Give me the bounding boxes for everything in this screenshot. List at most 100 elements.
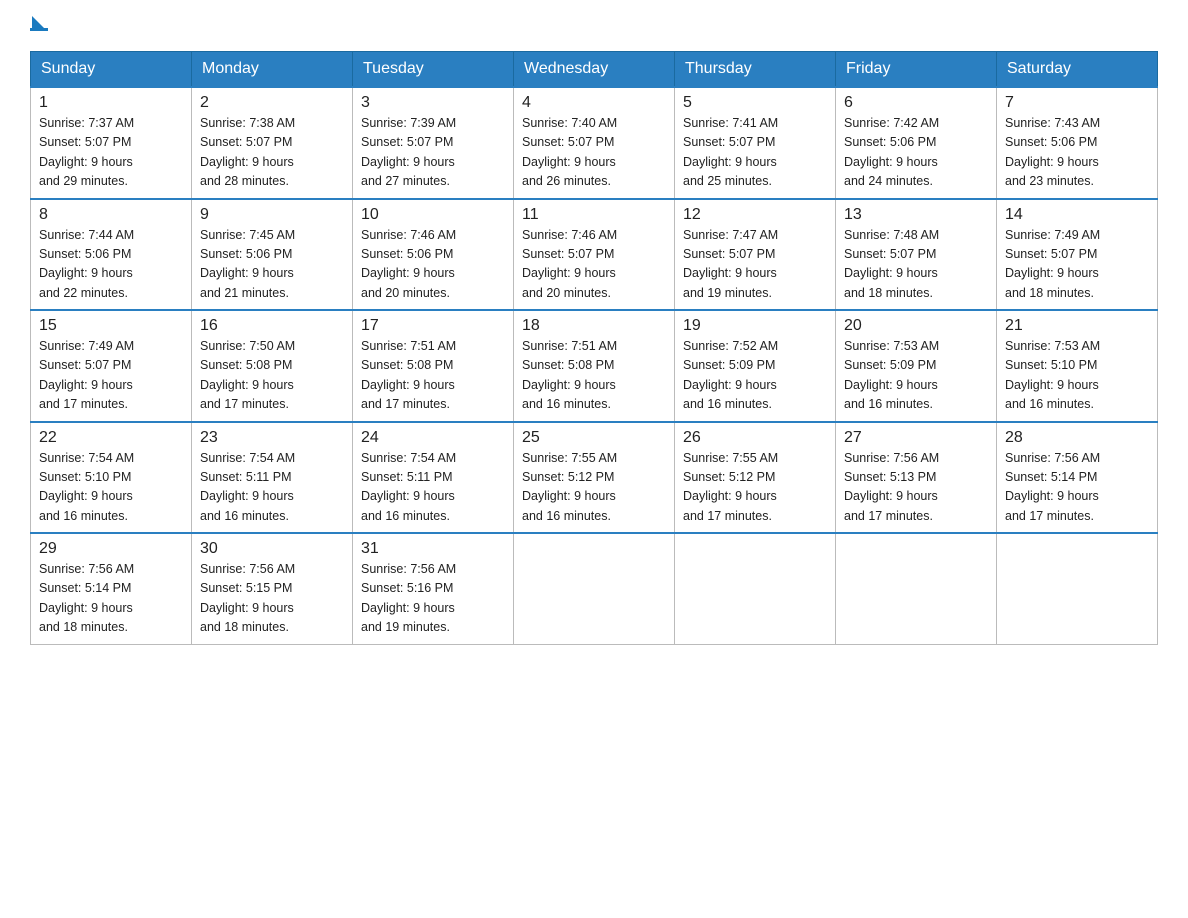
empty-cell [997, 533, 1158, 644]
day-info: Sunrise: 7:46 AM Sunset: 5:06 PM Dayligh… [361, 226, 505, 304]
day-number: 20 [844, 317, 988, 335]
day-info: Sunrise: 7:53 AM Sunset: 5:10 PM Dayligh… [1005, 337, 1149, 415]
day-info: Sunrise: 7:54 AM Sunset: 5:11 PM Dayligh… [361, 449, 505, 527]
week-row-1: 1 Sunrise: 7:37 AM Sunset: 5:07 PM Dayli… [31, 87, 1158, 199]
day-number: 25 [522, 429, 666, 447]
day-number: 5 [683, 94, 827, 112]
day-info: Sunrise: 7:43 AM Sunset: 5:06 PM Dayligh… [1005, 114, 1149, 192]
day-number: 30 [200, 540, 344, 558]
day-cell-31: 31 Sunrise: 7:56 AM Sunset: 5:16 PM Dayl… [353, 533, 514, 644]
day-number: 2 [200, 94, 344, 112]
day-number: 3 [361, 94, 505, 112]
day-cell-11: 11 Sunrise: 7:46 AM Sunset: 5:07 PM Dayl… [514, 199, 675, 311]
day-cell-21: 21 Sunrise: 7:53 AM Sunset: 5:10 PM Dayl… [997, 310, 1158, 422]
day-cell-1: 1 Sunrise: 7:37 AM Sunset: 5:07 PM Dayli… [31, 87, 192, 199]
calendar-table: SundayMondayTuesdayWednesdayThursdayFrid… [30, 51, 1158, 645]
day-cell-10: 10 Sunrise: 7:46 AM Sunset: 5:06 PM Dayl… [353, 199, 514, 311]
day-number: 16 [200, 317, 344, 335]
day-info: Sunrise: 7:55 AM Sunset: 5:12 PM Dayligh… [683, 449, 827, 527]
day-number: 24 [361, 429, 505, 447]
day-cell-26: 26 Sunrise: 7:55 AM Sunset: 5:12 PM Dayl… [675, 422, 836, 534]
day-info: Sunrise: 7:42 AM Sunset: 5:06 PM Dayligh… [844, 114, 988, 192]
day-number: 14 [1005, 206, 1149, 224]
col-header-thursday: Thursday [675, 52, 836, 88]
day-cell-6: 6 Sunrise: 7:42 AM Sunset: 5:06 PM Dayli… [836, 87, 997, 199]
day-info: Sunrise: 7:49 AM Sunset: 5:07 PM Dayligh… [39, 337, 183, 415]
day-cell-9: 9 Sunrise: 7:45 AM Sunset: 5:06 PM Dayli… [192, 199, 353, 311]
day-cell-15: 15 Sunrise: 7:49 AM Sunset: 5:07 PM Dayl… [31, 310, 192, 422]
day-info: Sunrise: 7:39 AM Sunset: 5:07 PM Dayligh… [361, 114, 505, 192]
day-cell-24: 24 Sunrise: 7:54 AM Sunset: 5:11 PM Dayl… [353, 422, 514, 534]
day-cell-27: 27 Sunrise: 7:56 AM Sunset: 5:13 PM Dayl… [836, 422, 997, 534]
day-number: 6 [844, 94, 988, 112]
col-header-wednesday: Wednesday [514, 52, 675, 88]
day-number: 21 [1005, 317, 1149, 335]
week-row-4: 22 Sunrise: 7:54 AM Sunset: 5:10 PM Dayl… [31, 422, 1158, 534]
day-info: Sunrise: 7:53 AM Sunset: 5:09 PM Dayligh… [844, 337, 988, 415]
day-number: 13 [844, 206, 988, 224]
day-cell-29: 29 Sunrise: 7:56 AM Sunset: 5:14 PM Dayl… [31, 533, 192, 644]
day-info: Sunrise: 7:45 AM Sunset: 5:06 PM Dayligh… [200, 226, 344, 304]
day-cell-8: 8 Sunrise: 7:44 AM Sunset: 5:06 PM Dayli… [31, 199, 192, 311]
day-number: 8 [39, 206, 183, 224]
empty-cell [514, 533, 675, 644]
day-info: Sunrise: 7:55 AM Sunset: 5:12 PM Dayligh… [522, 449, 666, 527]
day-info: Sunrise: 7:56 AM Sunset: 5:16 PM Dayligh… [361, 560, 505, 638]
day-cell-2: 2 Sunrise: 7:38 AM Sunset: 5:07 PM Dayli… [192, 87, 353, 199]
day-info: Sunrise: 7:56 AM Sunset: 5:14 PM Dayligh… [1005, 449, 1149, 527]
day-number: 27 [844, 429, 988, 447]
day-info: Sunrise: 7:56 AM Sunset: 5:14 PM Dayligh… [39, 560, 183, 638]
day-number: 9 [200, 206, 344, 224]
day-number: 15 [39, 317, 183, 335]
col-header-sunday: Sunday [31, 52, 192, 88]
day-info: Sunrise: 7:40 AM Sunset: 5:07 PM Dayligh… [522, 114, 666, 192]
day-info: Sunrise: 7:37 AM Sunset: 5:07 PM Dayligh… [39, 114, 183, 192]
day-info: Sunrise: 7:50 AM Sunset: 5:08 PM Dayligh… [200, 337, 344, 415]
day-cell-3: 3 Sunrise: 7:39 AM Sunset: 5:07 PM Dayli… [353, 87, 514, 199]
day-number: 26 [683, 429, 827, 447]
col-header-tuesday: Tuesday [353, 52, 514, 88]
day-number: 10 [361, 206, 505, 224]
day-number: 28 [1005, 429, 1149, 447]
day-cell-4: 4 Sunrise: 7:40 AM Sunset: 5:07 PM Dayli… [514, 87, 675, 199]
day-cell-30: 30 Sunrise: 7:56 AM Sunset: 5:15 PM Dayl… [192, 533, 353, 644]
day-cell-20: 20 Sunrise: 7:53 AM Sunset: 5:09 PM Dayl… [836, 310, 997, 422]
day-number: 1 [39, 94, 183, 112]
page-header [30, 20, 1158, 31]
day-number: 17 [361, 317, 505, 335]
empty-cell [675, 533, 836, 644]
day-info: Sunrise: 7:47 AM Sunset: 5:07 PM Dayligh… [683, 226, 827, 304]
day-number: 7 [1005, 94, 1149, 112]
day-info: Sunrise: 7:56 AM Sunset: 5:15 PM Dayligh… [200, 560, 344, 638]
day-cell-7: 7 Sunrise: 7:43 AM Sunset: 5:06 PM Dayli… [997, 87, 1158, 199]
calendar-header-row: SundayMondayTuesdayWednesdayThursdayFrid… [31, 52, 1158, 88]
day-number: 29 [39, 540, 183, 558]
day-cell-14: 14 Sunrise: 7:49 AM Sunset: 5:07 PM Dayl… [997, 199, 1158, 311]
day-number: 19 [683, 317, 827, 335]
day-info: Sunrise: 7:52 AM Sunset: 5:09 PM Dayligh… [683, 337, 827, 415]
day-number: 23 [200, 429, 344, 447]
day-cell-16: 16 Sunrise: 7:50 AM Sunset: 5:08 PM Dayl… [192, 310, 353, 422]
day-info: Sunrise: 7:44 AM Sunset: 5:06 PM Dayligh… [39, 226, 183, 304]
day-number: 11 [522, 206, 666, 224]
day-cell-13: 13 Sunrise: 7:48 AM Sunset: 5:07 PM Dayl… [836, 199, 997, 311]
day-info: Sunrise: 7:51 AM Sunset: 5:08 PM Dayligh… [361, 337, 505, 415]
day-info: Sunrise: 7:38 AM Sunset: 5:07 PM Dayligh… [200, 114, 344, 192]
day-cell-22: 22 Sunrise: 7:54 AM Sunset: 5:10 PM Dayl… [31, 422, 192, 534]
day-number: 12 [683, 206, 827, 224]
day-cell-19: 19 Sunrise: 7:52 AM Sunset: 5:09 PM Dayl… [675, 310, 836, 422]
day-info: Sunrise: 7:48 AM Sunset: 5:07 PM Dayligh… [844, 226, 988, 304]
col-header-monday: Monday [192, 52, 353, 88]
day-number: 18 [522, 317, 666, 335]
day-number: 31 [361, 540, 505, 558]
empty-cell [836, 533, 997, 644]
day-info: Sunrise: 7:54 AM Sunset: 5:10 PM Dayligh… [39, 449, 183, 527]
day-cell-12: 12 Sunrise: 7:47 AM Sunset: 5:07 PM Dayl… [675, 199, 836, 311]
logo [30, 20, 52, 31]
day-number: 22 [39, 429, 183, 447]
day-cell-23: 23 Sunrise: 7:54 AM Sunset: 5:11 PM Dayl… [192, 422, 353, 534]
day-info: Sunrise: 7:51 AM Sunset: 5:08 PM Dayligh… [522, 337, 666, 415]
day-cell-18: 18 Sunrise: 7:51 AM Sunset: 5:08 PM Dayl… [514, 310, 675, 422]
day-info: Sunrise: 7:46 AM Sunset: 5:07 PM Dayligh… [522, 226, 666, 304]
col-header-saturday: Saturday [997, 52, 1158, 88]
